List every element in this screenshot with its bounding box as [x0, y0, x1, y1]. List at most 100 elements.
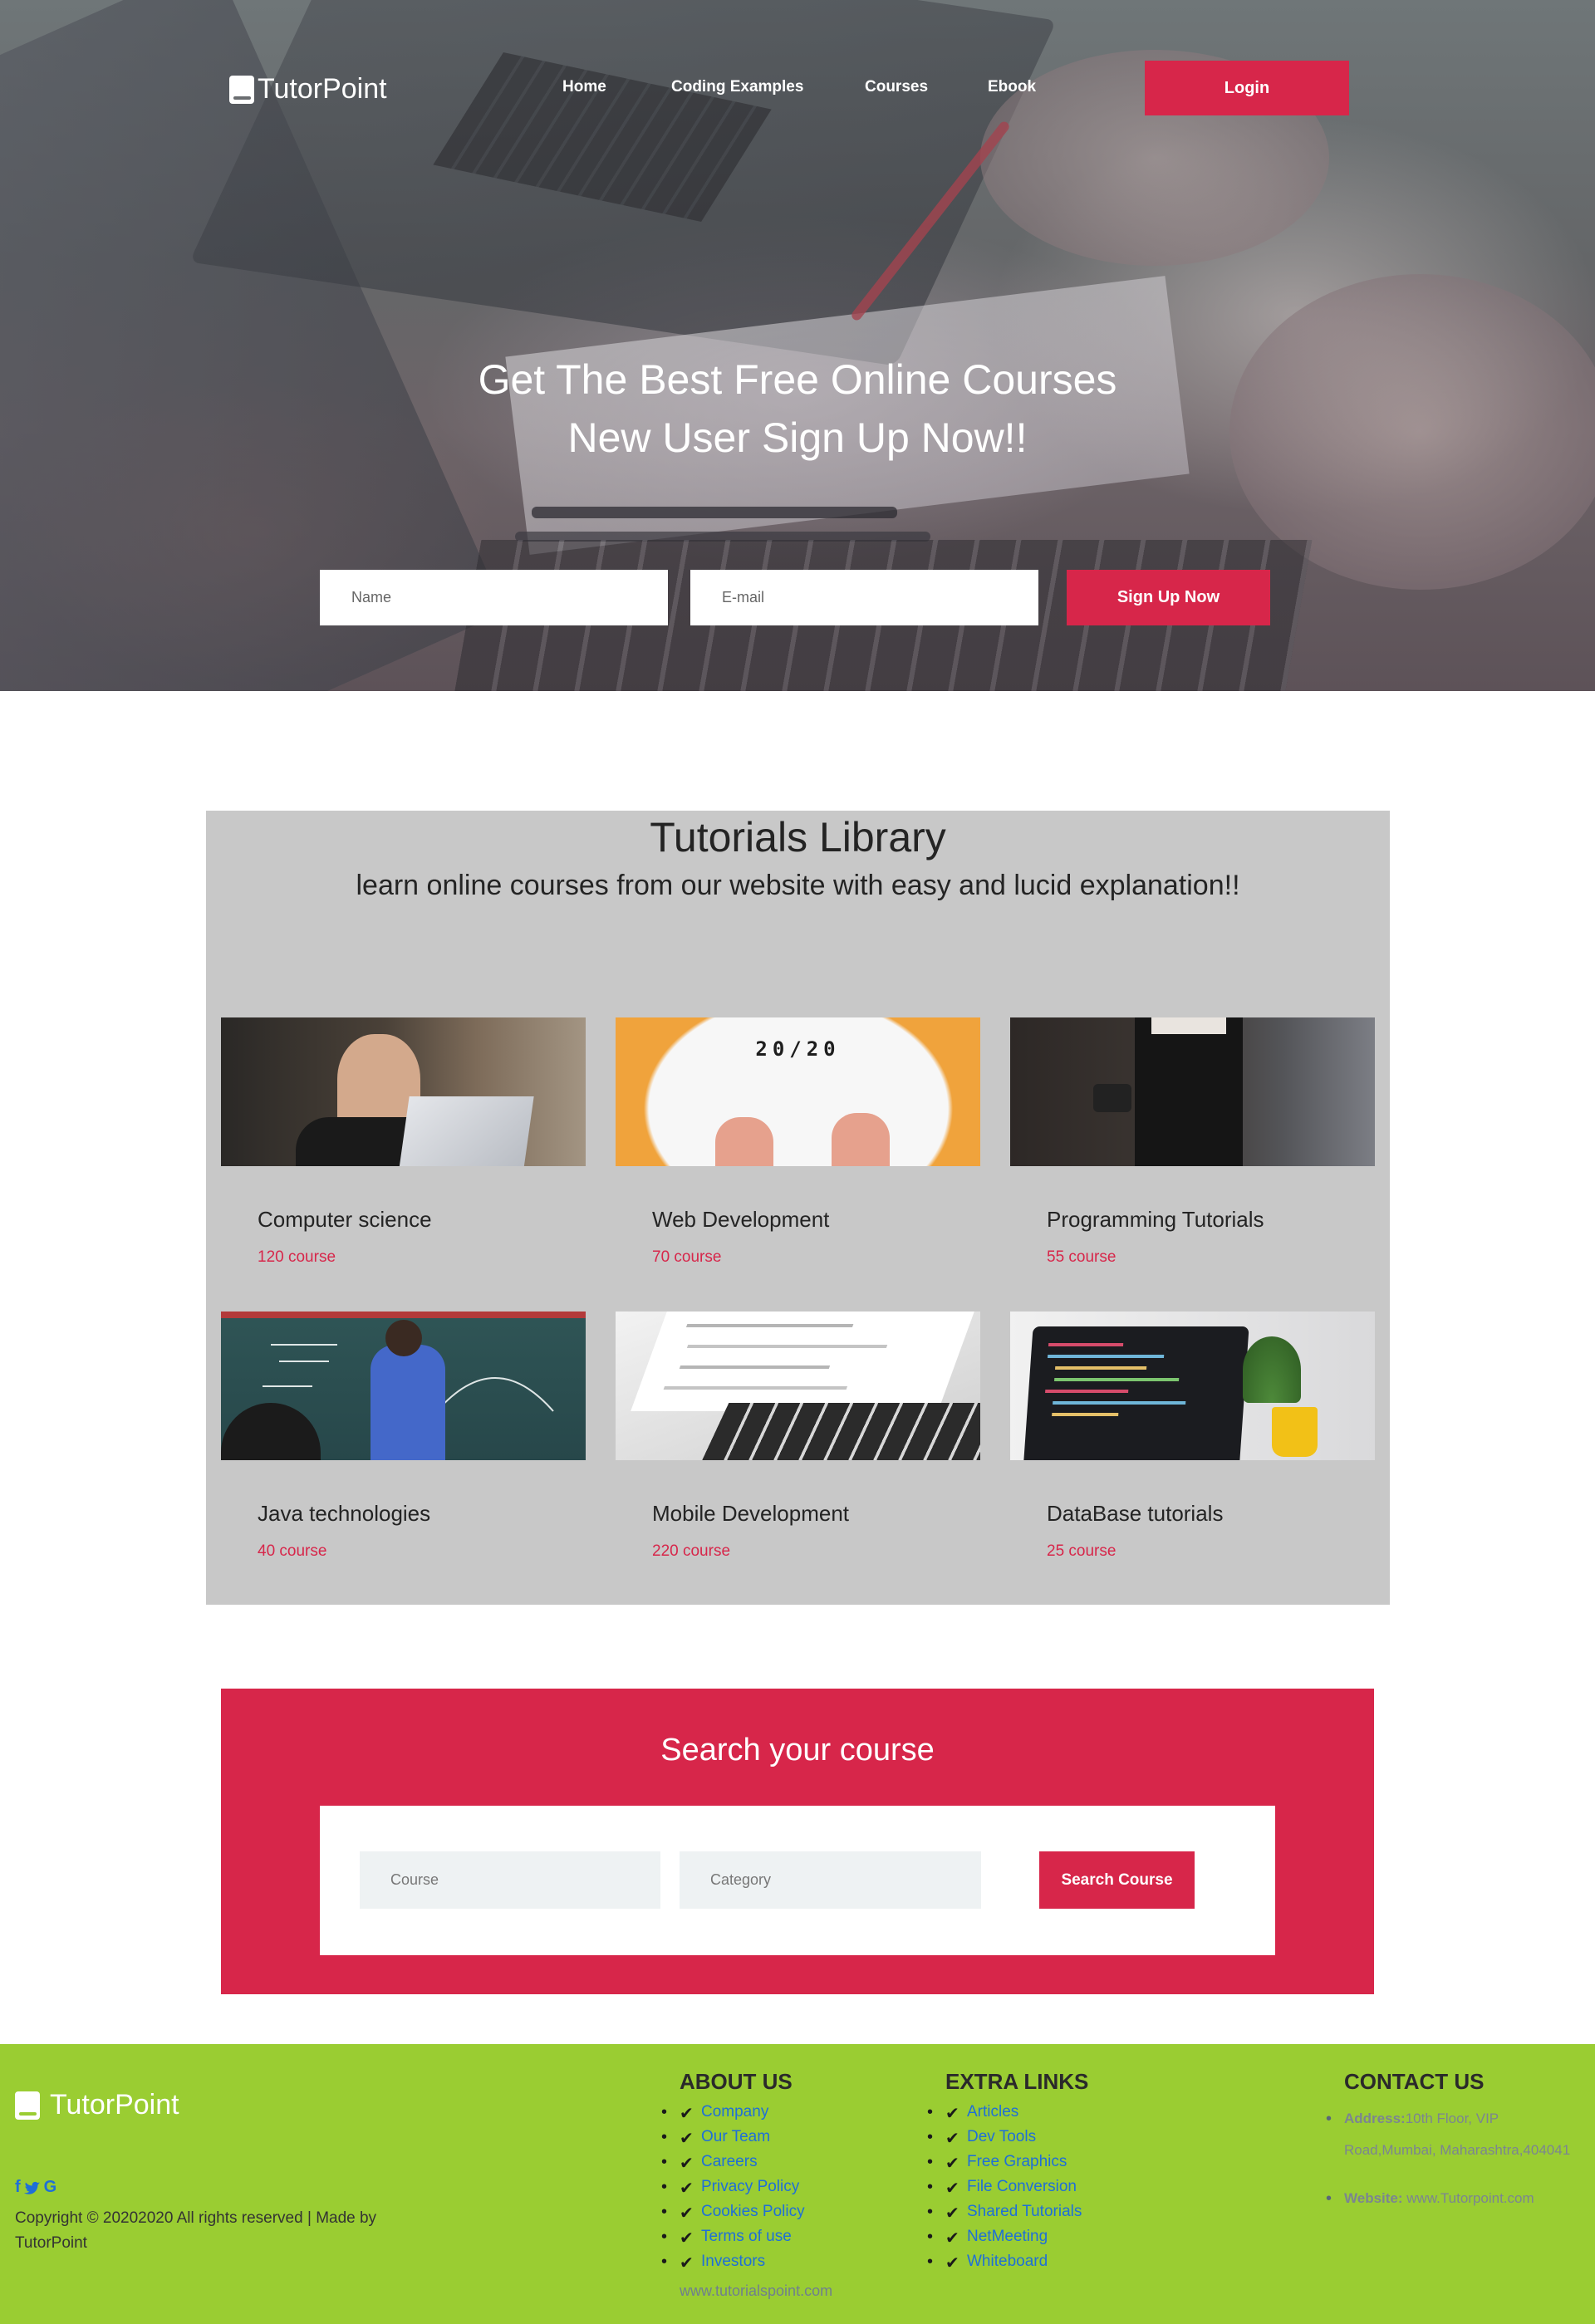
facebook-icon[interactable]: f [15, 2178, 21, 2197]
course-image-web-development: 20/20 [616, 1017, 980, 1166]
course-count: 55 course [1047, 1248, 1116, 1266]
footer-about-list: ✔Company ✔Our Team ✔Careers ✔Privacy Pol… [661, 2103, 832, 2277]
footer-extra-heading: EXTRA LINKS [945, 2069, 1089, 2094]
nav-ebook[interactable]: Ebook [988, 78, 1036, 96]
name-input[interactable] [320, 570, 668, 625]
footer-link-privacy-policy[interactable]: ✔Privacy Policy [661, 2178, 832, 2203]
check-icon: ✔ [680, 2254, 694, 2273]
hand-icon [715, 1117, 773, 1166]
camera-icon [1093, 1084, 1131, 1112]
google-icon[interactable]: G [44, 2178, 57, 2197]
footer-contact-heading: CONTACT US [1344, 2069, 1485, 2094]
course-count: 120 course [258, 1248, 336, 1266]
course-card[interactable]: Programming Tutorials 55 course [1010, 1017, 1375, 1292]
check-icon: ✔ [680, 2155, 694, 2173]
course-title: DataBase tutorials [1047, 1501, 1224, 1526]
keyboard-icon [701, 1403, 980, 1460]
brand-logo[interactable]: TutorPoint [229, 73, 387, 105]
course-image-programming [1010, 1017, 1375, 1166]
footer-site-link[interactable]: www.tutorialspoint.com [680, 2282, 832, 2300]
footer-link-articles[interactable]: ✔Articles [927, 2103, 1088, 2128]
footer-about-heading: ABOUT US [680, 2069, 793, 2094]
book-icon [15, 2091, 40, 2120]
person-legs-shape [1135, 1017, 1243, 1166]
check-icon: ✔ [945, 2204, 959, 2223]
sign-up-button[interactable]: Sign Up Now [1067, 570, 1270, 625]
search-course-button[interactable]: Search Course [1039, 1851, 1195, 1909]
course-title: Programming Tutorials [1047, 1207, 1264, 1232]
footer-link-free-graphics[interactable]: ✔Free Graphics [927, 2153, 1088, 2178]
course-count: 220 course [652, 1542, 731, 1560]
tutorials-library: Tutorials Library learn online courses f… [206, 811, 1390, 1605]
search-section: Search your course Search Course [221, 1689, 1374, 1994]
screen-shape [631, 1312, 974, 1411]
shirt-shape [1151, 1017, 1226, 1034]
login-button[interactable]: Login [1145, 61, 1349, 115]
course-image-java [221, 1312, 586, 1460]
course-card[interactable]: Mobile Development 220 course [616, 1312, 980, 1586]
check-icon: ✔ [680, 2204, 694, 2223]
course-title: Java technologies [258, 1501, 431, 1526]
plant-icon [1243, 1336, 1301, 1403]
search-form: Search Course [320, 1806, 1275, 1955]
check-icon: ✔ [945, 2155, 959, 2173]
check-icon: ✔ [945, 2105, 959, 2123]
teacher-shape [371, 1345, 445, 1460]
laptop-screen-icon [1023, 1326, 1249, 1460]
email-input[interactable] [690, 570, 1038, 625]
shirt-text: 20/20 [755, 1037, 841, 1061]
course-image-computer-science [221, 1017, 586, 1166]
course-title: Mobile Development [652, 1501, 850, 1526]
nav-coding-examples[interactable]: Coding Examples [671, 78, 803, 96]
footer-link-shared-tutorials[interactable]: ✔Shared Tutorials [927, 2203, 1088, 2228]
course-image-mobile [616, 1312, 980, 1460]
footer-link-terms-of-use[interactable]: ✔Terms of use [661, 2228, 832, 2253]
social-links: f G [15, 2178, 56, 2197]
copyright-text: Copyright © 20202020 All rights reserved… [15, 2209, 377, 2252]
course-input[interactable] [360, 1851, 660, 1909]
category-input[interactable] [680, 1851, 981, 1909]
footer-link-whiteboard[interactable]: ✔Whiteboard [927, 2253, 1088, 2277]
footer-brand-logo[interactable]: TutorPoint [15, 2089, 179, 2121]
contact-address-label: Address: [1344, 2111, 1406, 2126]
course-image-database [1010, 1312, 1375, 1460]
check-icon: ✔ [680, 2105, 694, 2123]
check-icon: ✔ [945, 2130, 959, 2148]
book-icon [229, 75, 254, 104]
library-title: Tutorials Library [650, 814, 946, 860]
footer-link-file-conversion[interactable]: ✔File Conversion [927, 2178, 1088, 2203]
course-card[interactable]: Java technologies 40 course [221, 1312, 586, 1586]
footer-link-netmeeting[interactable]: ✔NetMeeting [927, 2228, 1088, 2253]
footer-about: ABOUT US ✔Company ✔Our Team ✔Careers ✔Pr… [661, 2069, 832, 2300]
library-subtitle: learn online courses from our website wi… [356, 870, 1240, 901]
course-title: Web Development [652, 1207, 830, 1232]
brand-name: TutorPoint [258, 73, 387, 105]
nav-home[interactable]: Home [562, 78, 606, 96]
twitter-icon[interactable] [23, 2181, 41, 2196]
hand-icon [832, 1113, 890, 1166]
hero-background-pens [532, 507, 897, 518]
laptop-icon [398, 1096, 534, 1166]
course-title: Computer science [258, 1207, 432, 1232]
footer-link-careers[interactable]: ✔Careers [661, 2153, 832, 2178]
contact-website-value[interactable]: www.Tutorpoint.com [1406, 2190, 1534, 2206]
footer-contact: CONTACT US Address:10th Floor, VIP Road,… [1326, 2069, 1585, 2214]
footer-link-our-team[interactable]: ✔Our Team [661, 2128, 832, 2153]
course-card[interactable]: DataBase tutorials 25 course [1010, 1312, 1375, 1586]
check-icon: ✔ [945, 2179, 959, 2198]
course-card[interactable]: Computer science 120 course [221, 1017, 586, 1292]
footer-link-company[interactable]: ✔Company [661, 2103, 832, 2128]
course-card[interactable]: 20/20 Web Development 70 course [616, 1017, 980, 1292]
course-count: 40 course [258, 1542, 327, 1560]
footer-link-investors[interactable]: ✔Investors [661, 2253, 832, 2277]
check-icon: ✔ [680, 2179, 694, 2198]
course-count: 25 course [1047, 1542, 1116, 1560]
head-shape [385, 1320, 422, 1356]
pot-icon [1272, 1407, 1318, 1457]
contact-website: Website: www.Tutorpoint.com [1326, 2183, 1585, 2214]
search-title: Search your course [660, 1733, 935, 1768]
nav-courses[interactable]: Courses [865, 78, 928, 96]
footer-extra-links: EXTRA LINKS ✔Articles ✔Dev Tools ✔Free G… [927, 2069, 1089, 2277]
footer-link-dev-tools[interactable]: ✔Dev Tools [927, 2128, 1088, 2153]
footer-link-cookies-policy[interactable]: ✔Cookies Policy [661, 2203, 832, 2228]
